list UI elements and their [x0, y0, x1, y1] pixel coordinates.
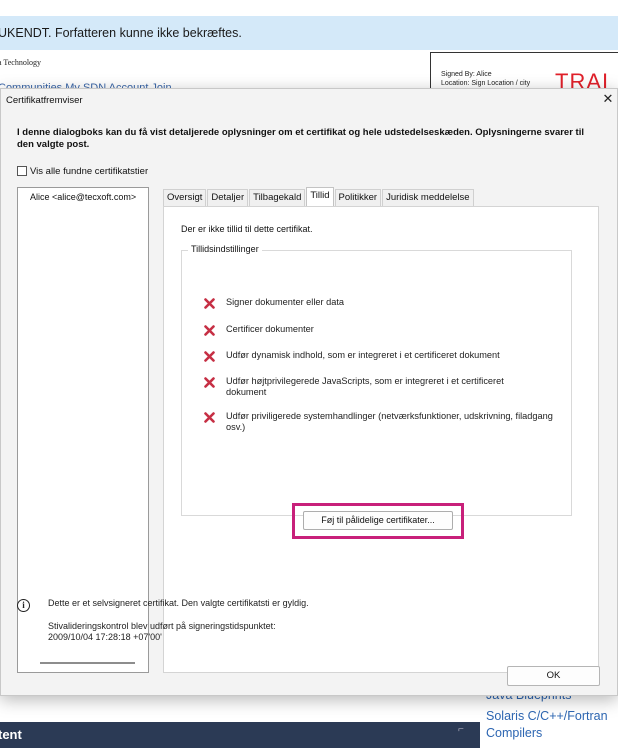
corner-marker: ⌐	[458, 724, 464, 735]
red-x-icon	[204, 377, 215, 388]
dialog-description: I denne dialogboks kan du få vist detalj…	[17, 127, 584, 150]
show-all-paths-row[interactable]: Vis alle fundne certifikatstier	[17, 164, 148, 178]
tab-tillid[interactable]: Tillid	[306, 187, 334, 207]
red-x-icon	[204, 325, 215, 336]
signed-by-text: Signed By: Alice	[441, 71, 492, 78]
validation-timestamp: 2009/10/04 17:28:18 +07'00'	[48, 632, 162, 642]
add-to-trusted-certificates-button[interactable]: Føj til pålidelige certifikater...	[303, 511, 453, 530]
banner-text: UKENDT. Forfatteren kunne ikke bekræftes…	[0, 26, 242, 40]
show-all-paths-checkbox[interactable]	[17, 166, 27, 176]
show-all-paths-label[interactable]: Vis alle fundne certifikatstier	[30, 166, 148, 177]
red-x-icon	[204, 351, 215, 362]
dialog-title: Certifikatfremviser	[6, 95, 83, 106]
sign-location-text: Location: Sign Location / city	[441, 80, 531, 87]
trust-item: Udfør højtprivilegerede JavaScripts, som…	[204, 376, 546, 398]
tab-detaljer[interactable]: Detaljer	[207, 189, 249, 207]
tab-oversigt[interactable]: Oversigt	[163, 189, 207, 207]
certificate-viewer-dialog: Certifikatfremviser ✕ I denne dialogboks…	[0, 88, 618, 696]
red-x-icon	[204, 412, 215, 423]
dark-bar-text: tent	[0, 727, 22, 742]
validation-line: Stivalideringskontrol blev udført på sig…	[48, 621, 276, 631]
trust-item-label: Signer dokumenter eller data	[226, 297, 344, 307]
tree-item-certificate[interactable]: Alice <alice@tecxoft.com>	[30, 192, 136, 202]
trust-item: Udfør dynamisk indhold, som er integrere…	[204, 350, 556, 362]
signature-status-banner: UKENDT. Forfatteren kunne ikke bekræftes…	[0, 16, 618, 50]
trust-item-label: Udfør priviligerede systemhandlinger (ne…	[226, 411, 553, 432]
trust-item: Certificer dokumenter	[204, 324, 556, 336]
highlight-frame: Føj til pålidelige certifikater...	[292, 503, 464, 539]
close-icon[interactable]: ✕	[601, 91, 615, 107]
tab-politikker[interactable]: Politikker	[334, 189, 382, 207]
certificate-tabs: Oversigt Detaljer Tilbagekald Tillid Pol…	[163, 187, 475, 207]
horizontal-scrollbar[interactable]	[40, 662, 135, 664]
ok-button[interactable]: OK	[507, 666, 600, 686]
document-logo-text: a Technology	[0, 58, 42, 67]
trust-item: Udfør priviligerede systemhandlinger (ne…	[204, 411, 556, 433]
trust-item-label: Udfør dynamisk indhold, som er integrere…	[226, 350, 500, 360]
trust-item: Signer dokumenter eller data	[204, 297, 556, 309]
red-x-icon	[204, 298, 215, 309]
certificate-info-text: Dette er et selvsigneret certifikat. Den…	[48, 598, 309, 608]
document-dark-bar: tent	[0, 722, 480, 748]
sidebar-link[interactable]: Compilers	[486, 726, 542, 740]
info-icon: i	[17, 599, 30, 612]
trust-item-label: Udfør højtprivilegerede JavaScripts, som…	[226, 376, 504, 397]
trust-item-label: Certificer dokumenter	[226, 324, 314, 334]
trust-settings-group: Tillidsindstillinger Signer dokumenter e…	[181, 244, 572, 539]
tab-juridisk-meddelelse[interactable]: Juridisk meddelelse	[382, 189, 474, 207]
validation-info: Stivalideringskontrol blev udført på sig…	[48, 621, 276, 643]
sidebar-link[interactable]: Solaris C/C++/Fortran	[486, 709, 608, 723]
trust-settings-title: Tillidsindstillinger	[188, 244, 262, 254]
tab-tilbagekald[interactable]: Tilbagekald	[249, 189, 306, 207]
trust-status-text: Der er ikke tillid til dette certifikat.	[181, 224, 313, 234]
